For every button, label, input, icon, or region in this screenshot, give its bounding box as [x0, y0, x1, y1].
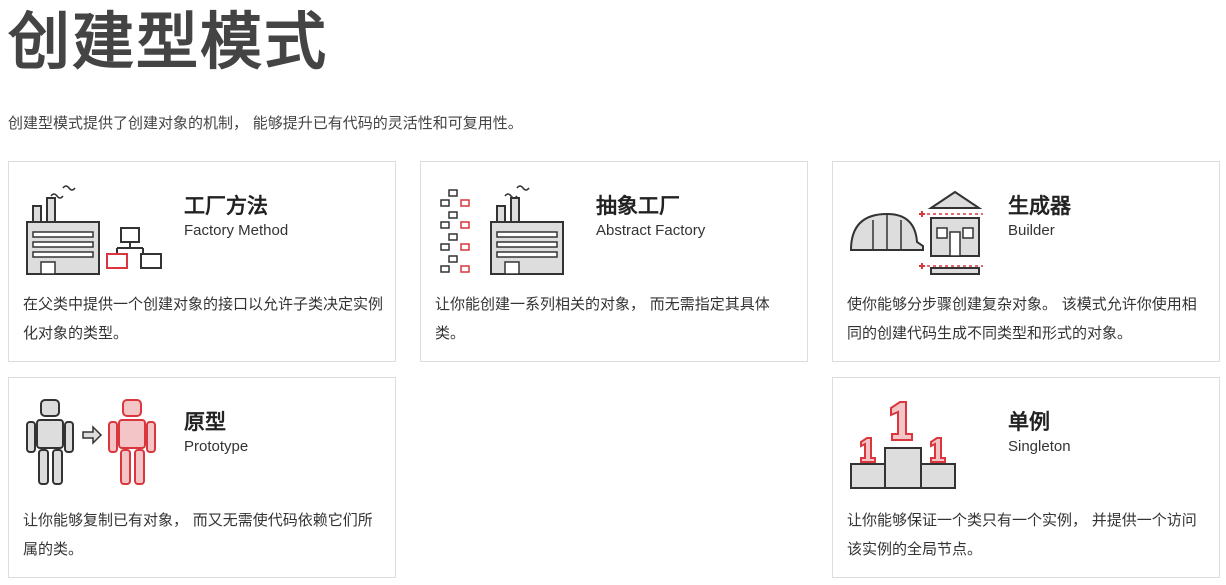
card-description: 在父类中提供一个创建对象的接口以允许子类决定实例化对象的类型。 — [23, 295, 384, 342]
card-subtitle: Abstract Factory — [596, 222, 706, 239]
card-subtitle: Singleton — [1008, 438, 1071, 455]
card-subtitle: Builder — [1008, 222, 1055, 239]
card-subtitle: Prototype — [184, 438, 249, 455]
pattern-card-builder[interactable]: 生成器 Builder 使你能够分步骤创建复杂对象。 该模式允许你使用相同的创建… — [832, 161, 1220, 362]
pattern-card-singleton[interactable]: 单例 Singleton 让你能够保证一个类只有一个实例， 并提供一个访问该实例… — [832, 377, 1220, 578]
card-description: 让你能创建一系列相关的对象， 而无需指定其具体类。 — [435, 295, 770, 342]
card-subtitle: Factory Method — [184, 222, 289, 239]
card-description: 使你能够分步骤创建复杂对象。 该模式允许你使用相同的创建代码生成不同类型和形式的… — [847, 295, 1197, 342]
robot-clone-icon — [26, 399, 156, 485]
card-title: 原型 — [184, 410, 226, 434]
page-intro: 创建型模式提供了创建对象的机制， 能够提升已有代码的灵活性和可复用性。 — [8, 114, 523, 132]
factory-icon — [26, 185, 162, 275]
pattern-card-prototype[interactable]: 原型 Prototype 让你能够复制已有对象， 而又无需使代码依赖它们所属的类… — [8, 377, 396, 578]
podium-icon — [850, 401, 956, 489]
card-description: 让你能够保证一个类只有一个实例， 并提供一个访问该实例的全局节点。 — [847, 511, 1197, 558]
builder-icon — [849, 190, 983, 275]
card-title: 工厂方法 — [184, 194, 268, 218]
pattern-card-abstract-factory[interactable]: 抽象工厂 Abstract Factory 让你能创建一系列相关的对象， 而无需… — [420, 161, 808, 362]
page-title: 创建型模式 — [8, 5, 329, 78]
card-title: 生成器 — [1008, 194, 1071, 218]
pattern-card-factory-method[interactable]: 工厂方法 Factory Method 在父类中提供一个创建对象的接口以允许子类… — [8, 161, 396, 362]
card-title: 抽象工厂 — [596, 194, 680, 218]
abstract-factory-icon — [440, 185, 564, 275]
card-title: 单例 — [1008, 410, 1050, 434]
card-description: 让你能够复制已有对象， 而又无需使代码依赖它们所属的类。 — [23, 511, 373, 558]
